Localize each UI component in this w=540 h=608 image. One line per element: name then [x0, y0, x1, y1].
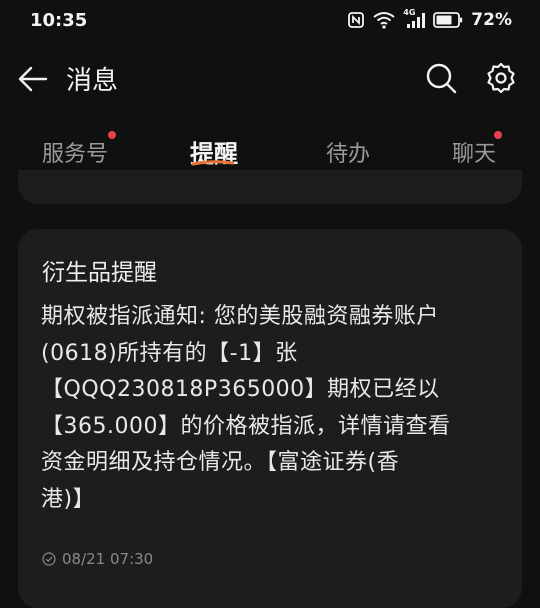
previous-message-card[interactable] — [18, 170, 522, 204]
message-line: 港)】 — [41, 486, 96, 512]
active-tab-indicator — [192, 160, 234, 166]
search-icon[interactable] — [424, 61, 458, 95]
service-accounts-badge-dot — [108, 131, 116, 139]
app-header: 消息 — [0, 48, 540, 108]
page-title: 消息 — [66, 66, 119, 96]
gear-icon[interactable] — [484, 61, 518, 95]
signal-icon — [407, 13, 426, 28]
message-line: 【QQQ230818P365000】期权已经以 — [41, 377, 440, 402]
tab-service-accounts[interactable]: 服务号 — [42, 136, 108, 168]
status-time: 10:35 — [30, 9, 88, 31]
wifi-icon — [373, 12, 395, 29]
tab-chat[interactable]: 聊天 — [452, 136, 496, 168]
messages-screen: 10:35 4G 72% 消息 服务号 提醒 待办 聊天 衍生品提醒 期权被指派… — [0, 0, 540, 608]
check-circle-icon — [42, 552, 56, 566]
timestamp-text: 08/21 07:30 — [62, 550, 154, 568]
arrow-left-icon[interactable] — [16, 62, 50, 96]
status-bar: 10:35 4G 72% — [0, 0, 540, 40]
battery-percentage: 72% — [471, 10, 512, 30]
status-icons: 4G 72% — [347, 8, 512, 30]
tab-todo[interactable]: 待办 — [326, 136, 370, 168]
message-card[interactable]: 衍生品提醒 期权被指派通知: 您的美股融资融券账户 (0618)所持有的【-1】… — [18, 229, 522, 608]
message-line: 【365.000】的价格被指派，详情请查看 — [41, 413, 451, 439]
message-timestamp: 08/21 07:30 — [42, 550, 153, 568]
chat-badge-dot — [494, 131, 502, 139]
message-line: 资金明细及持仓情况。【富途证券(香 — [41, 450, 400, 475]
message-body: 期权被指派通知: 您的美股融资融券账户 (0618)所持有的【-1】张 【QQQ… — [41, 299, 509, 518]
cellular-signal: 4G — [403, 8, 426, 29]
message-line: (0618)所持有的【-1】张 — [41, 340, 298, 366]
message-title: 衍生品提醒 — [42, 260, 157, 286]
message-line: 期权被指派通知: 您的美股融资融券账户 — [41, 304, 439, 329]
nfc-icon — [348, 12, 365, 28]
battery-icon — [433, 12, 463, 28]
